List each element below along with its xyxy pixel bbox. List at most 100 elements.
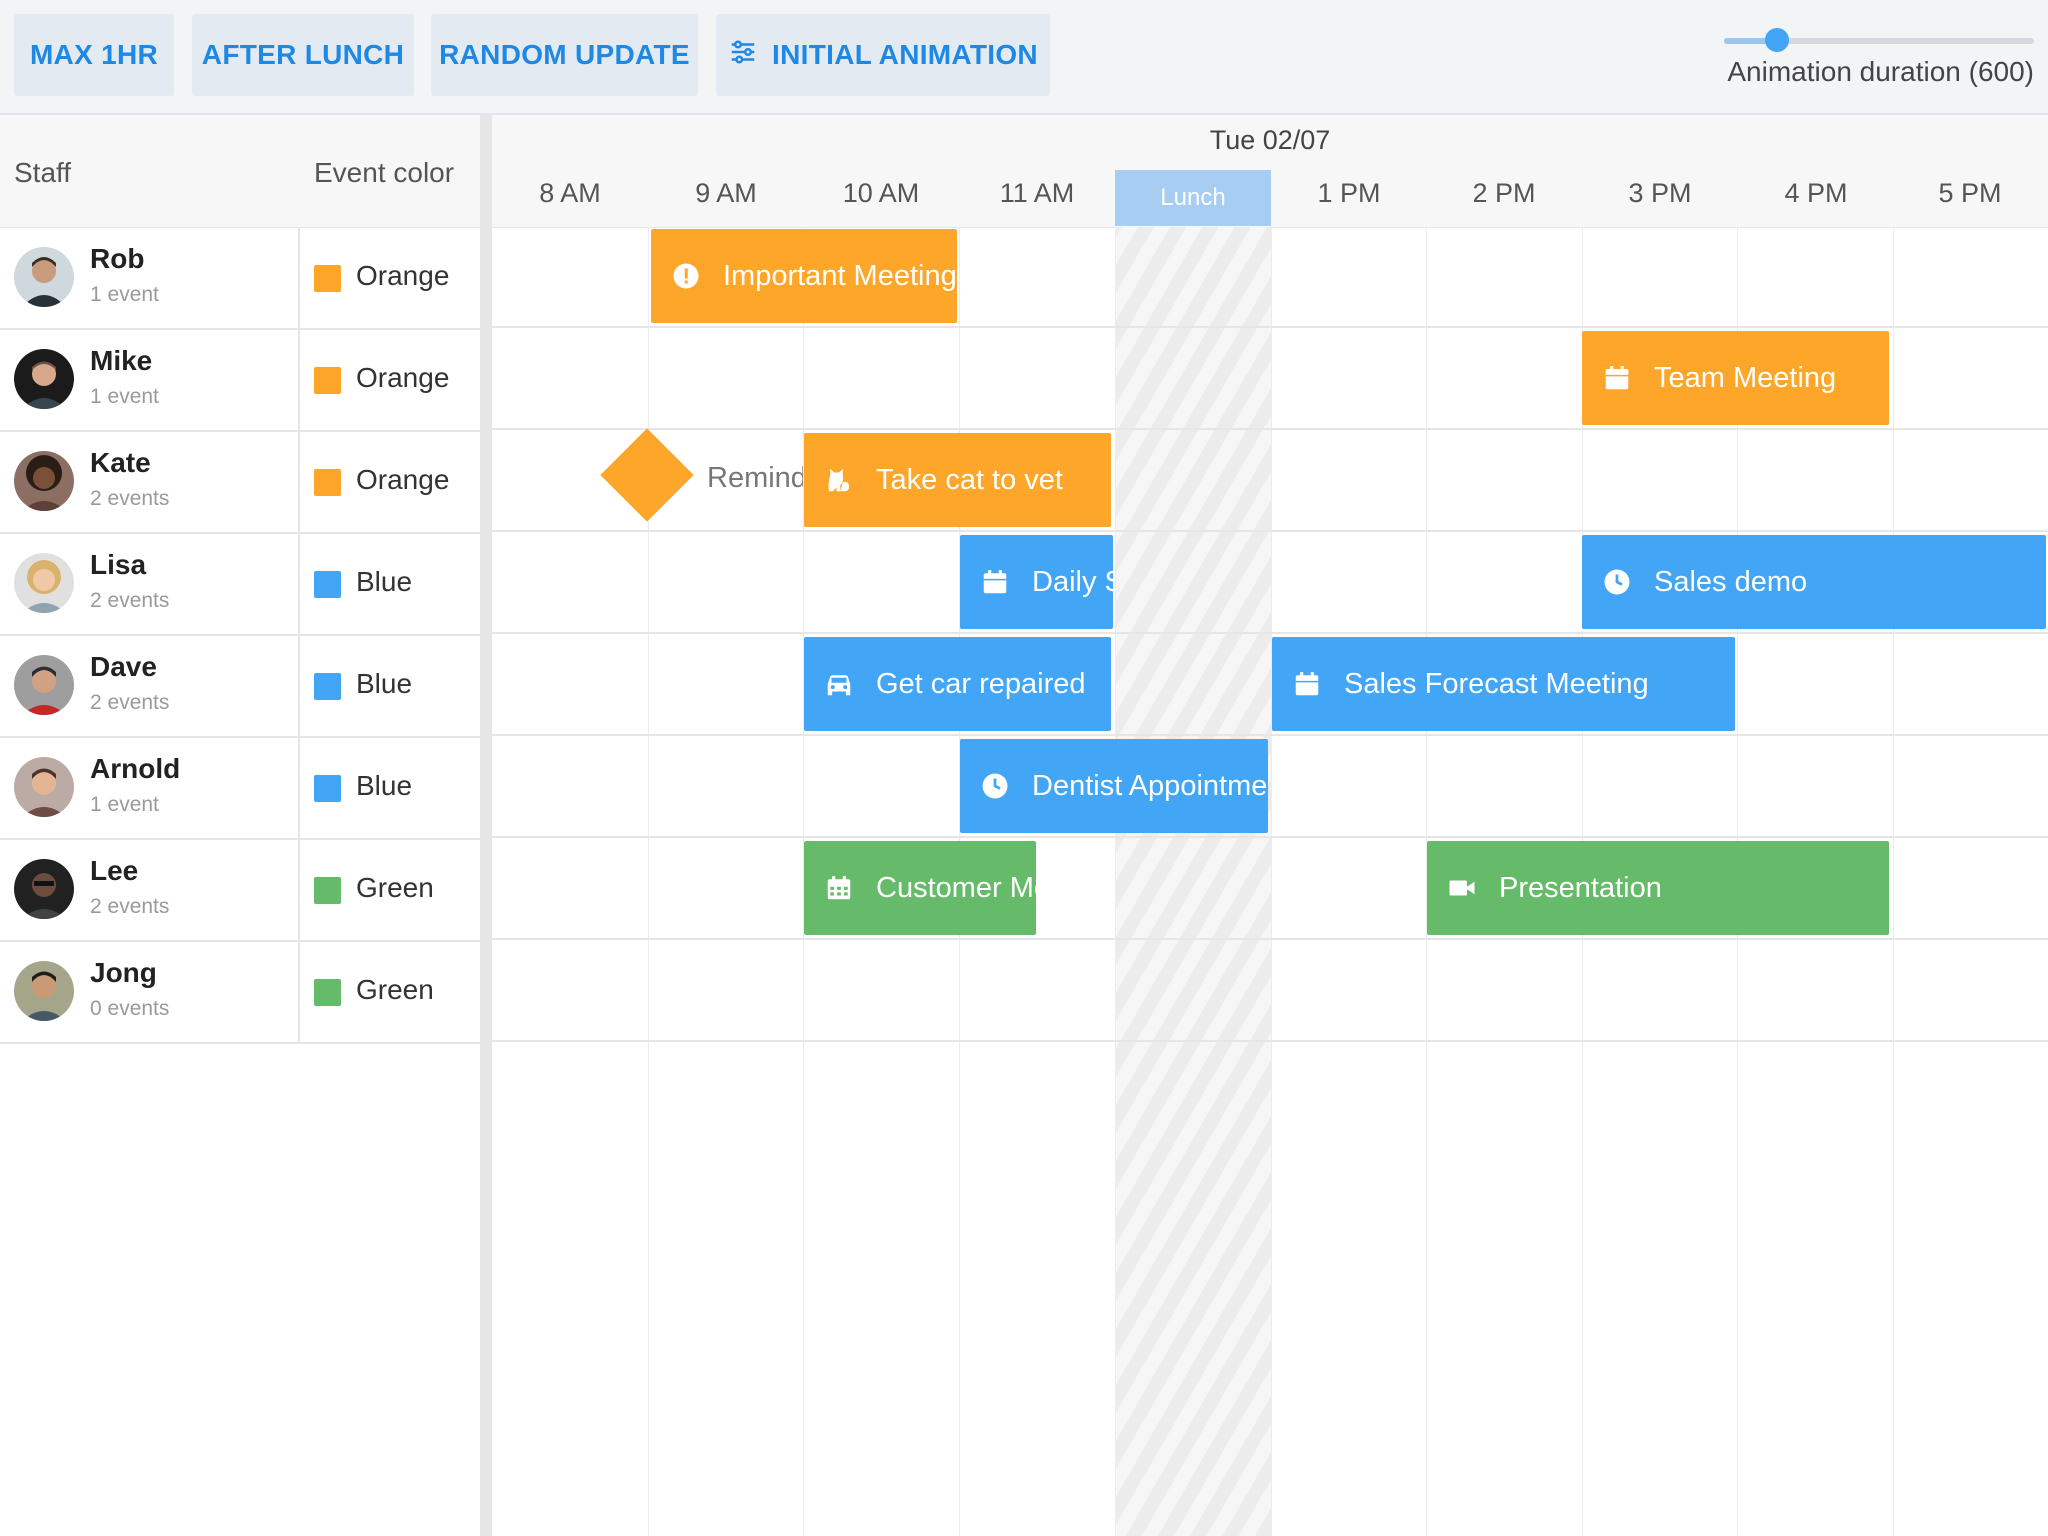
event-color-name: Orange (356, 362, 450, 393)
event-take-cat-to-vet[interactable]: Take cat to vet (804, 433, 1111, 527)
color-swatch (314, 571, 341, 598)
cell-divider (298, 329, 300, 430)
staff-row[interactable]: Jong 0 events Green (0, 941, 480, 1044)
row-line (492, 1040, 2048, 1042)
hour-header: 1 PM (1317, 178, 1381, 208)
event-color-name: Green (356, 974, 434, 1005)
column-line (1893, 227, 1894, 1536)
date-header: Tue 02/07 (1209, 125, 1331, 155)
color-swatch (314, 775, 341, 802)
event-count: 2 events (90, 691, 170, 714)
random-update-button[interactable]: RANDOM UPDATE (431, 14, 698, 96)
event-daily-standup[interactable]: Daily Stand-up (960, 535, 1113, 629)
event-name: Sales Forecast Meeting (1344, 667, 1649, 700)
staff-row[interactable]: Lisa 2 events Blue (0, 533, 480, 636)
hour-header: 3 PM (1628, 178, 1692, 208)
event-color-column-header[interactable]: Event color (314, 157, 454, 189)
event-count: 0 events (90, 997, 170, 1020)
event-name: Sales demo (1654, 565, 1808, 598)
hour-header: 10 AM (842, 178, 920, 208)
max-1hr-button[interactable]: MAX 1HR (14, 14, 174, 96)
cell-divider (298, 431, 300, 532)
clock-icon (980, 771, 1010, 801)
event-get-car-repaired[interactable]: Get car repaired (804, 637, 1111, 731)
car-icon (824, 669, 854, 699)
staff-row[interactable]: Rob 1 event Orange (0, 227, 480, 330)
event-color-name: Orange (356, 260, 450, 291)
event-name: Presentation (1499, 871, 1662, 904)
lunch-time-range (1115, 227, 1271, 1536)
hour-header: 11 AM (999, 178, 1075, 208)
column-line (648, 227, 649, 1536)
exclamation-circle-icon (671, 261, 701, 291)
video-icon (1447, 873, 1477, 903)
event-sales-forecast-meeting[interactable]: Sales Forecast Meeting (1272, 637, 1735, 731)
calendar-icon (980, 567, 1010, 597)
staff-row[interactable]: Arnold 1 event Blue (0, 737, 480, 840)
avatar (14, 655, 74, 715)
staff-column-header[interactable]: Staff (14, 157, 71, 189)
cell-divider (298, 941, 300, 1042)
avatar (14, 451, 74, 511)
sliders-icon (728, 37, 758, 74)
cat-icon (824, 465, 854, 495)
event-count: 1 event (90, 283, 159, 306)
row-line (492, 632, 2048, 634)
cell-divider (298, 737, 300, 838)
hour-header: 4 PM (1784, 178, 1848, 208)
staff-row[interactable]: Lee 2 events Green (0, 839, 480, 942)
event-customer-meeting[interactable]: Customer Meeting (804, 841, 1036, 935)
milestone-label: Reminder (707, 462, 803, 494)
event-dentist-appointment[interactable]: Dentist Appointment (960, 739, 1268, 833)
event-color-name: Blue (356, 668, 413, 699)
avatar (14, 349, 74, 409)
staff-row[interactable]: Dave 2 events Blue (0, 635, 480, 738)
color-swatch (314, 979, 341, 1006)
avatar (14, 247, 74, 307)
initial-animation-button[interactable]: INITIAL ANIMATION (716, 14, 1050, 96)
event-name: Daily Stand-up (1032, 565, 1113, 598)
hour-header: 9 AM (695, 178, 757, 208)
after-lunch-button[interactable]: AFTER LUNCH (192, 14, 414, 96)
staff-name: Dave (90, 651, 157, 682)
staff-name: Kate (90, 447, 151, 478)
clock-icon (1602, 567, 1632, 597)
hour-header: 2 PM (1472, 178, 1536, 208)
cell-divider (298, 227, 300, 328)
color-swatch (314, 469, 341, 496)
color-swatch (314, 367, 341, 394)
event-count: 1 event (90, 793, 159, 816)
grid-header: Staff Event color (0, 115, 480, 228)
row-line (492, 428, 2048, 430)
row-line (492, 530, 2048, 532)
milestone-diamond[interactable] (600, 428, 694, 522)
row-line (492, 938, 2048, 940)
event-presentation[interactable]: Presentation (1427, 841, 1889, 935)
slider-thumb[interactable] (1764, 28, 1789, 52)
staff-name: Arnold (90, 753, 181, 784)
avatar (14, 757, 74, 817)
event-sales-demo[interactable]: Sales demo (1582, 535, 2046, 629)
calendar-icon (1602, 363, 1632, 393)
initial-animation-label: INITIAL ANIMATION (772, 39, 1038, 70)
hour-header: 5 PM (1938, 178, 2002, 208)
event-name: Dentist Appointment (1032, 769, 1268, 802)
hour-header: 8 AM (539, 178, 601, 208)
staff-name: Mike (90, 345, 153, 376)
splitter[interactable] (480, 115, 492, 1536)
row-line (492, 326, 2048, 328)
cell-divider (298, 533, 300, 634)
event-count: 2 events (90, 895, 170, 918)
staff-row[interactable]: Mike 1 event Orange (0, 329, 480, 432)
event-name: Team Meeting (1654, 361, 1837, 394)
staff-row[interactable]: Kate 2 events Orange (0, 431, 480, 534)
avatar (14, 553, 74, 613)
column-line (1271, 227, 1272, 1536)
event-color-name: Green (356, 872, 434, 903)
event-name: Take cat to vet (876, 463, 1063, 496)
event-team-meeting[interactable]: Team Meeting (1582, 331, 1889, 425)
event-count: 2 events (90, 589, 170, 612)
event-name: Customer Meeting (876, 871, 1036, 904)
color-swatch (314, 673, 341, 700)
event-important-meeting[interactable]: Important Meeting (651, 229, 957, 323)
